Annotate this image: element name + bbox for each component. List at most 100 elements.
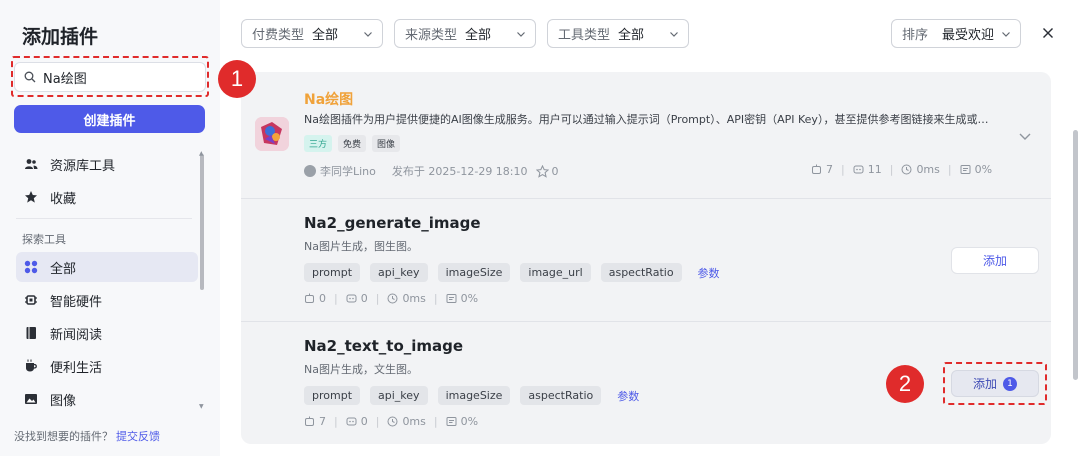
users-icon: [24, 157, 38, 171]
sidebar-divider: [16, 218, 192, 219]
bot-icon: [346, 294, 357, 303]
sidebar-item-label: 资源库工具: [50, 158, 116, 174]
tool-stats: 7 | 0 | 0ms | 0%: [304, 415, 478, 428]
param-tag: prompt: [304, 263, 361, 282]
bot-icon: [346, 417, 357, 426]
tool-params: prompt api_key imageSize aspectRatio 参数: [304, 386, 639, 405]
plugin-logo: [255, 117, 289, 151]
sidebar-item-label: 新闻阅读: [50, 327, 103, 343]
plugin-tags: 三方 免费 图像: [304, 135, 401, 152]
create-plugin-button[interactable]: 创建插件: [14, 105, 205, 133]
chevron-down-icon: [364, 32, 372, 37]
sidebar-scroll-thumb[interactable]: [200, 154, 204, 290]
params-link[interactable]: 参数: [698, 265, 720, 281]
filter-value: 全部: [465, 28, 492, 43]
param-tag: imageSize: [437, 263, 511, 282]
chip-icon: [24, 293, 38, 307]
grid-icon: [24, 260, 38, 274]
scroll-down-icon[interactable]: ▼: [199, 403, 204, 410]
filter-label: 工具类型: [558, 28, 611, 43]
sidebar-item-news[interactable]: 新闻阅读: [16, 318, 198, 348]
robot-icon: [812, 164, 821, 174]
main-scrollbar[interactable]: [1073, 130, 1078, 380]
close-icon[interactable]: [1038, 23, 1058, 43]
sidebar-item-label: 全部: [50, 261, 77, 277]
annotation-box-2: [943, 362, 1047, 405]
sidebar-item-resource-tools[interactable]: 资源库工具: [16, 149, 198, 179]
book-icon: [24, 326, 38, 340]
favorite-count[interactable]: 0: [535, 164, 559, 178]
stat-error-rate: 0%: [960, 163, 992, 176]
tool-name: Na2_generate_image: [304, 214, 481, 232]
filter-value: 全部: [618, 28, 645, 43]
tool-stats: 0 | 0 | 0ms | 0%: [304, 292, 478, 305]
tool-type-select[interactable]: 工具类型 全部: [547, 19, 689, 48]
sidebar-item-label: 智能硬件: [50, 294, 103, 310]
sidebar-footer: 没找到想要的插件？ 提交反馈: [14, 428, 160, 444]
stat-calls: 0: [346, 292, 368, 305]
param-tag: api_key: [370, 386, 428, 405]
param-tag: api_key: [370, 263, 428, 282]
feedback-link[interactable]: 提交反馈: [116, 430, 160, 443]
plugin-description: Na绘图插件为用户提供便捷的AI图像生成服务。用户可以通过输入提示词（Promp…: [304, 113, 989, 126]
clock-icon: [387, 416, 398, 427]
scroll-up-icon[interactable]: ▲: [199, 150, 204, 157]
message-icon: [446, 417, 457, 426]
robot-icon: [305, 416, 314, 426]
stat-usage: 0: [304, 292, 326, 305]
stat-latency: 0ms: [387, 415, 426, 428]
sidebar-scrollbar[interactable]: [200, 150, 204, 408]
chevron-down-icon: [670, 32, 678, 37]
source-type-select[interactable]: 来源类型 全部: [394, 19, 536, 48]
sidebar-item-smart-hardware[interactable]: 智能硬件: [16, 285, 198, 315]
annotation-number-2: 2: [886, 365, 924, 403]
add-tool-button[interactable]: 添加: [951, 247, 1039, 274]
stat-error-rate: 0%: [446, 292, 478, 305]
stat-calls: 0: [346, 415, 368, 428]
filter-label: 排序: [902, 28, 929, 43]
param-tag: prompt: [304, 386, 361, 405]
filter-label: 付费类型: [252, 28, 305, 43]
param-tag: image_url: [520, 263, 591, 282]
tool-description: Na图片生成，文生图。: [304, 363, 418, 376]
row-divider: [241, 321, 1051, 322]
param-tag: imageSize: [437, 386, 511, 405]
bot-icon: [853, 165, 864, 174]
sidebar-item-label: 图像: [50, 393, 77, 409]
publish-time: 发布于 2025-12-29 18:10: [391, 165, 528, 178]
plugin-name[interactable]: Na绘图: [304, 89, 353, 109]
stat-usage: 7: [811, 163, 833, 176]
sidebar-item-all[interactable]: 全部: [16, 252, 198, 282]
tag: 免费: [338, 135, 367, 152]
avatar: [304, 165, 316, 177]
sidebar-item-label: 收藏: [50, 191, 77, 207]
footer-text: 没找到想要的插件？: [14, 430, 113, 443]
sort-select[interactable]: 排序 最受欢迎: [891, 19, 1021, 48]
stat-calls: 11: [853, 163, 882, 176]
stat-error-rate: 0%: [446, 415, 478, 428]
sidebar-item-label: 便利生活: [50, 360, 103, 376]
param-tag: aspectRatio: [600, 263, 682, 282]
sidebar-item-favorites[interactable]: 收藏: [16, 182, 198, 212]
pay-type-select[interactable]: 付费类型 全部: [241, 19, 383, 48]
sidebar-title: 添加插件: [22, 26, 99, 48]
star-icon: [24, 190, 38, 204]
author-name[interactable]: 李同学Lino: [320, 163, 376, 179]
params-link[interactable]: 参数: [617, 388, 639, 404]
sidebar-item-image[interactable]: 图像: [16, 384, 198, 414]
annotation-box-1: [11, 56, 209, 97]
star-count: 0: [551, 164, 559, 178]
sidebar-item-lifestyle[interactable]: 便利生活: [16, 351, 198, 381]
expand-chevron-icon[interactable]: [1018, 128, 1032, 147]
message-icon: [960, 165, 971, 174]
star-outline-icon: [535, 164, 549, 178]
annotation-number-1: 1: [218, 60, 256, 98]
clock-icon: [901, 164, 912, 175]
filter-value: 最受欢迎: [942, 28, 995, 43]
param-tag: aspectRatio: [520, 386, 602, 405]
stat-latency: 0ms: [901, 163, 940, 176]
tool-description: Na图片生成，图生图。: [304, 240, 418, 253]
filter-value: 全部: [312, 28, 339, 43]
chevron-down-icon: [1002, 32, 1010, 37]
tool-name: Na2_text_to_image: [304, 337, 464, 355]
